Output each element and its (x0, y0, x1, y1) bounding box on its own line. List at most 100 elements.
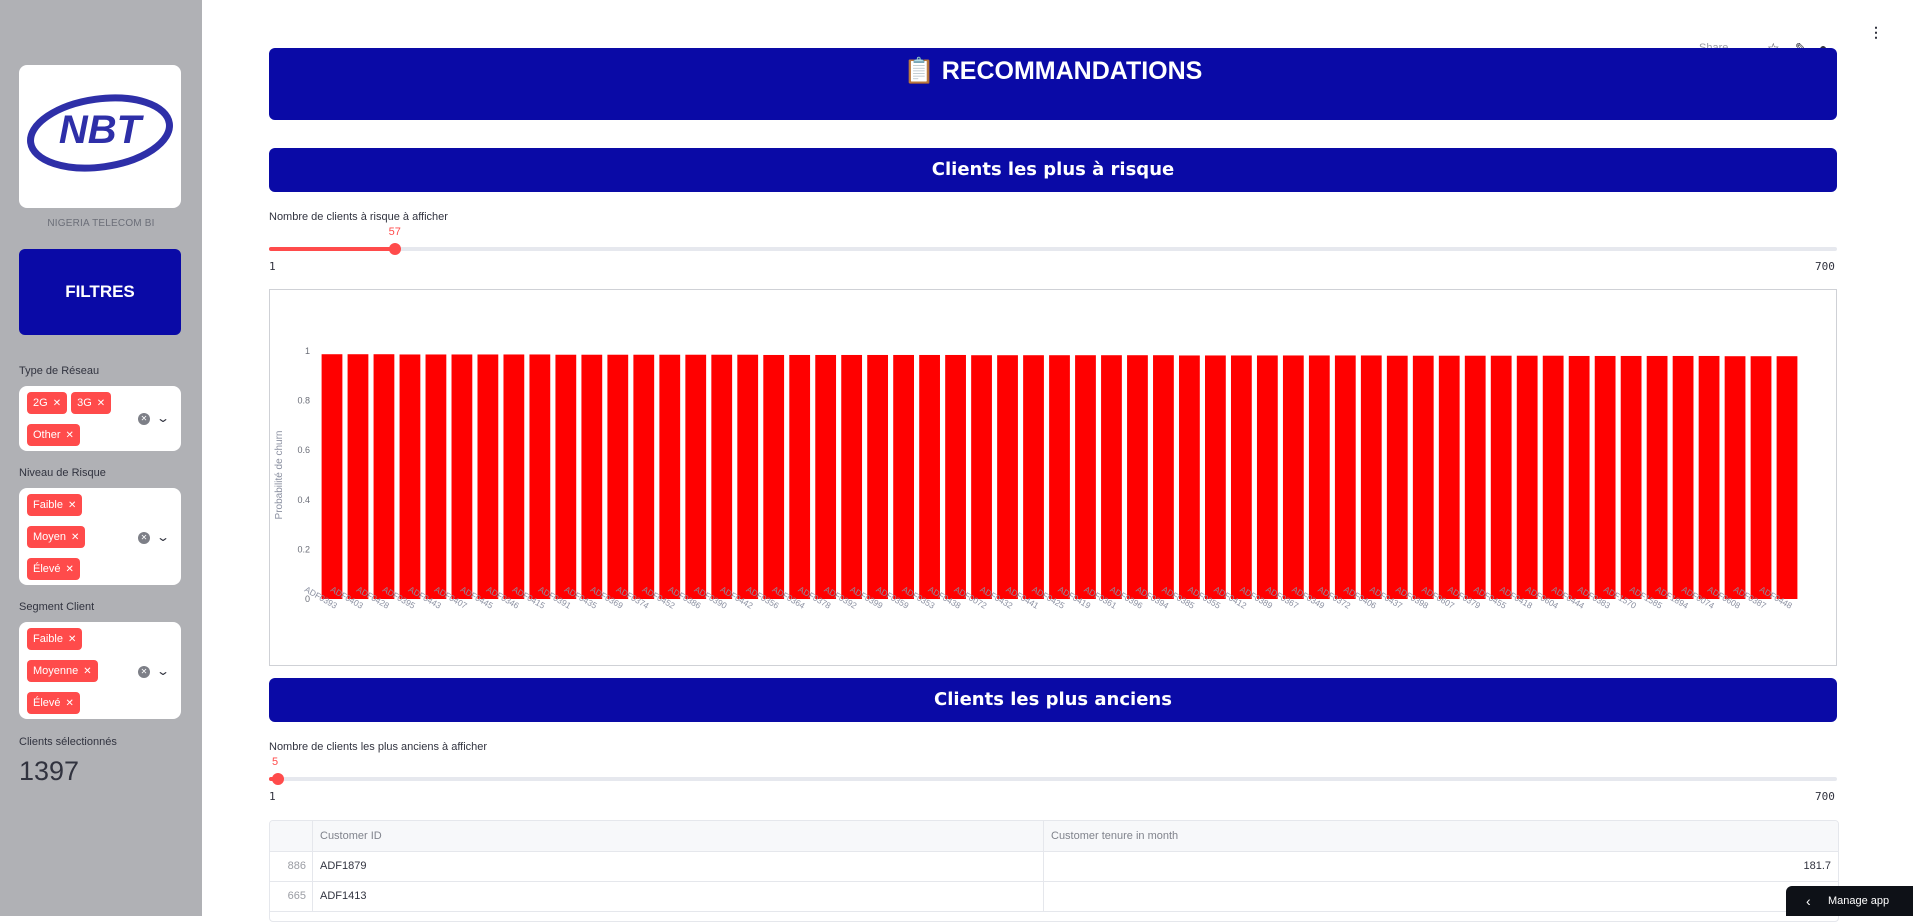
bar[interactable] (789, 354, 811, 599)
tag-eleve[interactable]: Élevé ✕ (27, 692, 80, 714)
tag-label: 2G (33, 397, 48, 409)
segment-multiselect[interactable]: Faible ✕ Moyenne ✕ Élevé ✕ ✕ ⌄ (19, 622, 181, 719)
bar[interactable] (1776, 356, 1798, 599)
table-row[interactable]: 665 ADF1413 (270, 882, 1838, 912)
bar[interactable] (1127, 355, 1148, 599)
bar[interactable] (1438, 355, 1460, 599)
tenure-header[interactable]: Customer tenure in month (1044, 821, 1838, 851)
remove-tag-icon[interactable]: ✕ (66, 698, 74, 709)
bar[interactable] (1724, 356, 1746, 599)
bar[interactable] (711, 354, 733, 599)
remove-tag-icon[interactable]: ✕ (68, 500, 76, 511)
bar[interactable] (1049, 355, 1070, 599)
bar[interactable] (1282, 355, 1304, 599)
bar[interactable] (685, 354, 707, 599)
risk-slider[interactable]: 57 (269, 226, 1837, 255)
bar[interactable] (425, 354, 447, 599)
bar[interactable] (1023, 355, 1044, 599)
bar[interactable] (815, 354, 837, 599)
bar[interactable] (1464, 355, 1486, 599)
bar[interactable] (1386, 355, 1408, 599)
bar[interactable] (1153, 355, 1174, 599)
remove-tag-icon[interactable]: ✕ (97, 398, 105, 409)
risk-slider-thumb[interactable] (388, 243, 401, 255)
bar[interactable] (867, 354, 889, 599)
bar[interactable] (607, 354, 629, 599)
bar[interactable] (1256, 355, 1278, 599)
network-multiselect[interactable]: 2G ✕ 3G ✕ Other ✕ ✕ ⌄ (19, 386, 181, 451)
bar[interactable] (1594, 355, 1616, 599)
bar[interactable] (1334, 355, 1356, 599)
tag-3g[interactable]: 3G ✕ (71, 392, 112, 414)
bar[interactable] (1490, 355, 1512, 599)
bar[interactable] (1101, 355, 1122, 599)
bar[interactable] (1516, 355, 1538, 599)
bar[interactable] (997, 355, 1018, 599)
bar[interactable] (529, 354, 551, 599)
bar[interactable] (1179, 355, 1200, 599)
bar[interactable] (1672, 355, 1694, 599)
bar[interactable] (919, 354, 940, 599)
clear-all-icon[interactable]: ✕ (138, 532, 150, 544)
tag-eleve[interactable]: Élevé ✕ (27, 558, 80, 580)
bar[interactable] (1542, 355, 1564, 599)
manage-app-button[interactable]: ‹ Manage app (1786, 886, 1913, 916)
clear-all-icon[interactable]: ✕ (138, 413, 150, 425)
bar[interactable] (503, 354, 525, 599)
bar[interactable] (373, 354, 395, 599)
risk-slider-fill (269, 247, 395, 251)
tag-other[interactable]: Other ✕ (27, 424, 80, 446)
bar[interactable] (633, 354, 655, 599)
bar[interactable] (945, 354, 966, 599)
tag-2g[interactable]: 2G ✕ (27, 392, 68, 414)
tag-faible[interactable]: Faible ✕ (27, 628, 83, 650)
bar[interactable] (1750, 356, 1772, 599)
risk-multiselect[interactable]: Faible ✕ Moyen ✕ Élevé ✕ ✕ ⌄ (19, 488, 181, 585)
bar[interactable] (971, 355, 992, 599)
tenure-table[interactable]: Customer ID Customer tenure in month 886… (269, 820, 1839, 922)
clear-all-icon[interactable]: ✕ (138, 666, 150, 678)
remove-tag-icon[interactable]: ✕ (71, 532, 79, 543)
remove-tag-icon[interactable]: ✕ (53, 398, 61, 409)
chevron-down-icon[interactable]: ⌄ (156, 530, 170, 544)
bar[interactable] (555, 354, 577, 599)
bar[interactable] (1646, 355, 1668, 599)
bar[interactable] (347, 354, 369, 599)
bar[interactable] (1308, 355, 1330, 599)
bar[interactable] (893, 354, 914, 599)
chevron-down-icon[interactable]: ⌄ (156, 664, 170, 678)
bar[interactable] (1698, 355, 1720, 599)
remove-tag-icon[interactable]: ✕ (68, 634, 76, 645)
customer-id-header[interactable]: Customer ID (313, 821, 1044, 851)
remove-tag-icon[interactable]: ✕ (83, 666, 91, 677)
tag-label: Moyen (33, 531, 67, 543)
bar[interactable] (1230, 355, 1252, 599)
table-row[interactable]: 886 ADF1879 181.7 (270, 852, 1838, 882)
bar[interactable] (763, 354, 785, 599)
tag-moyenne[interactable]: Moyenne ✕ (27, 660, 98, 682)
bar[interactable] (659, 354, 681, 599)
bar[interactable] (1205, 355, 1226, 599)
bar[interactable] (1620, 355, 1642, 599)
bar[interactable] (1412, 355, 1434, 599)
more-icon[interactable]: ⋮ (1869, 24, 1883, 41)
chevron-down-icon[interactable]: ⌄ (156, 411, 170, 425)
remove-tag-icon[interactable]: ✕ (66, 430, 74, 441)
tag-label: Moyenne (33, 665, 79, 677)
bar[interactable] (841, 354, 863, 599)
tag-faible[interactable]: Faible ✕ (27, 494, 83, 516)
bar[interactable] (321, 354, 343, 599)
bar[interactable] (1360, 355, 1382, 599)
tenure-slider[interactable]: 5 (269, 756, 1837, 785)
bar[interactable] (737, 354, 759, 599)
bar[interactable] (1568, 355, 1590, 599)
logo-card: NBT (19, 65, 181, 208)
bar[interactable] (1075, 355, 1096, 599)
tag-moyen[interactable]: Moyen ✕ (27, 526, 86, 548)
bar[interactable] (581, 354, 603, 599)
bar[interactable] (451, 354, 473, 599)
bar[interactable] (399, 354, 421, 599)
remove-tag-icon[interactable]: ✕ (66, 564, 74, 575)
tenure-slider-thumb[interactable] (271, 773, 284, 785)
bar[interactable] (477, 354, 499, 599)
